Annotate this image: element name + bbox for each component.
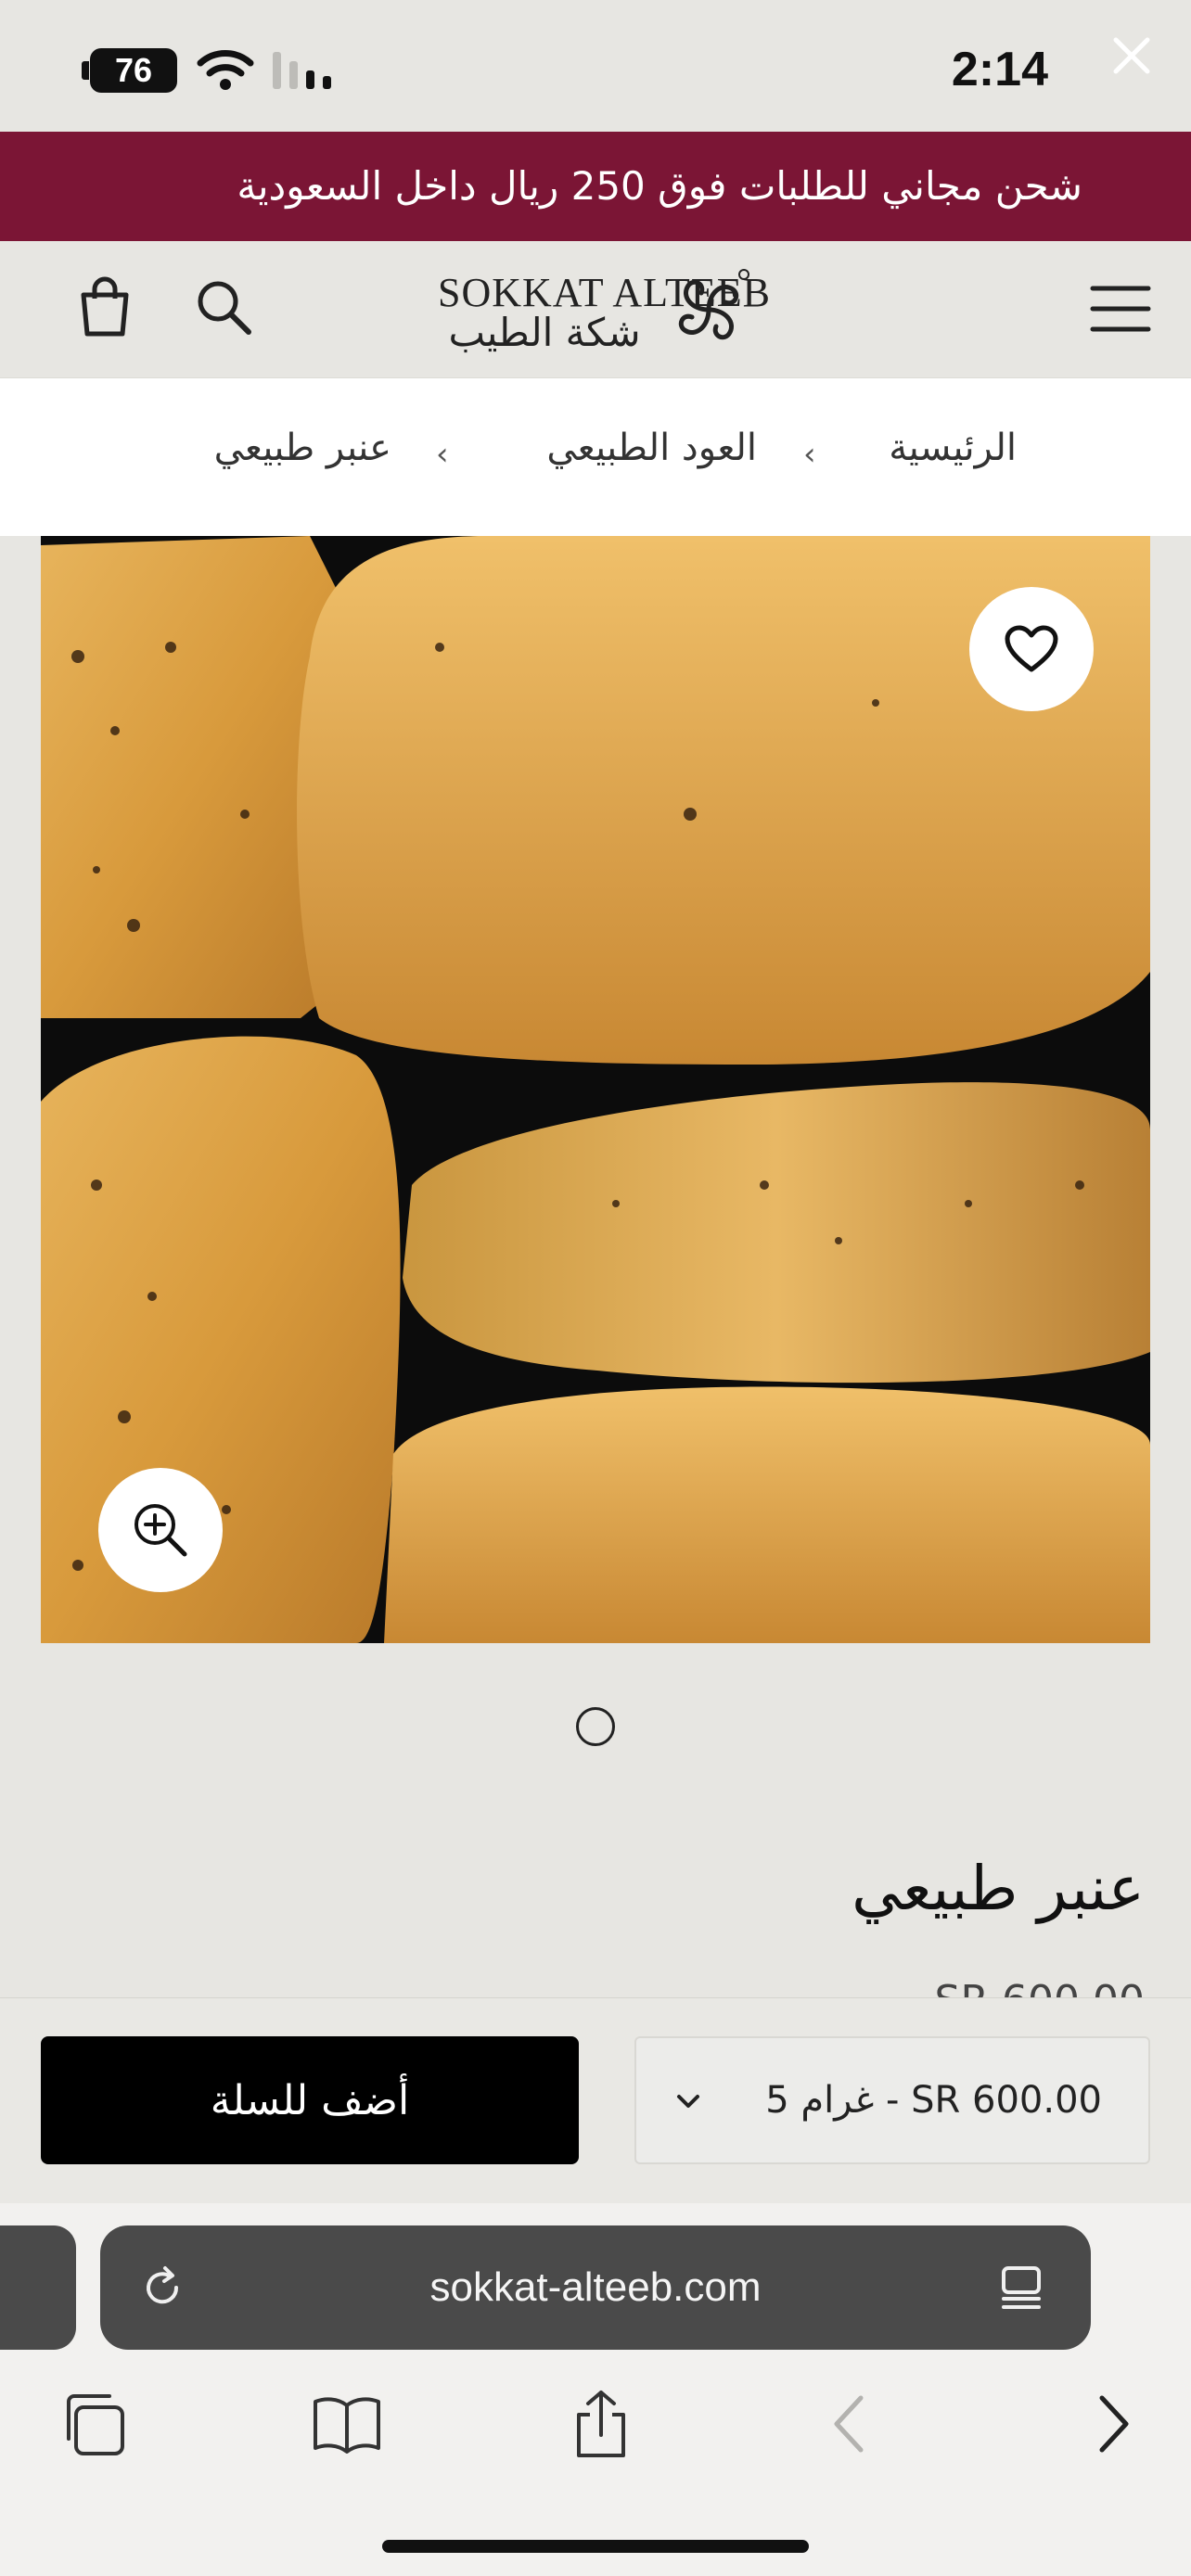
breadcrumb-separator: ‹	[436, 436, 449, 473]
add-to-cart-button[interactable]: أضف للسلة	[41, 2036, 579, 2164]
back-arrow-icon[interactable]	[816, 2389, 887, 2459]
product-image[interactable]	[41, 536, 1150, 1643]
page-menu-icon[interactable]	[998, 2264, 1044, 2311]
cellular-signal-icon	[273, 52, 331, 89]
battery-cap	[82, 61, 89, 80]
site-logo[interactable]: SOKKAT ALTEEB شكة الطيب	[438, 261, 770, 358]
logo-arabic-text: شكة الطيب	[448, 310, 641, 355]
variant-select[interactable]: 5 غرام - SR 600.00	[634, 2036, 1150, 2164]
forward-arrow-icon[interactable]	[1076, 2389, 1146, 2459]
wishlist-button[interactable]	[969, 587, 1094, 711]
promo-banner: شحن مجاني للطلبات فوق 250 ريال داخل السع…	[0, 132, 1191, 241]
promo-text: شحن مجاني للطلبات فوق 250 ريال داخل السع…	[237, 163, 1082, 209]
previous-tab-peek[interactable]	[0, 2225, 76, 2350]
tabs-icon[interactable]	[58, 2389, 128, 2459]
status-time: 2:14	[951, 43, 1048, 96]
breadcrumb-current: عنبر طبيعي	[213, 427, 391, 469]
search-icon[interactable]	[193, 276, 254, 338]
product-price: SR 600.00	[935, 1977, 1145, 1997]
close-icon[interactable]	[1108, 32, 1155, 79]
product-title: عنبر طبيعي	[852, 1853, 1145, 1924]
logo-mark-icon	[678, 269, 749, 340]
variant-selected-label: 5 غرام - SR 600.00	[765, 2079, 1102, 2122]
breadcrumb-separator: ‹	[803, 436, 816, 473]
chevron-down-icon	[677, 2095, 699, 2108]
share-icon[interactable]	[566, 2389, 636, 2459]
home-indicator	[382, 2540, 809, 2553]
hamburger-menu-icon[interactable]	[1090, 283, 1151, 335]
amber-stones-photo	[41, 536, 1150, 1643]
url-text: sokkat-alteeb.com	[429, 2264, 762, 2310]
shopping-bag-icon[interactable]	[76, 276, 134, 339]
breadcrumb-category[interactable]: العود الطبيعي	[546, 427, 757, 469]
breadcrumb: الرئيسية ‹ العود الطبيعي ‹ عنبر طبيعي	[0, 378, 1191, 536]
breadcrumb-home[interactable]: الرئيسية	[889, 427, 1017, 469]
heart-icon	[1005, 625, 1058, 672]
zoom-in-icon	[134, 1504, 187, 1557]
reload-icon[interactable]	[139, 2264, 186, 2311]
battery-indicator: 76	[90, 48, 177, 93]
gallery-pagination-dot[interactable]	[576, 1707, 615, 1746]
zoom-button[interactable]	[98, 1468, 223, 1592]
address-bar[interactable]: sokkat-alteeb.com	[100, 2225, 1091, 2350]
wifi-icon	[197, 50, 254, 90]
bookmarks-icon[interactable]	[312, 2389, 382, 2459]
